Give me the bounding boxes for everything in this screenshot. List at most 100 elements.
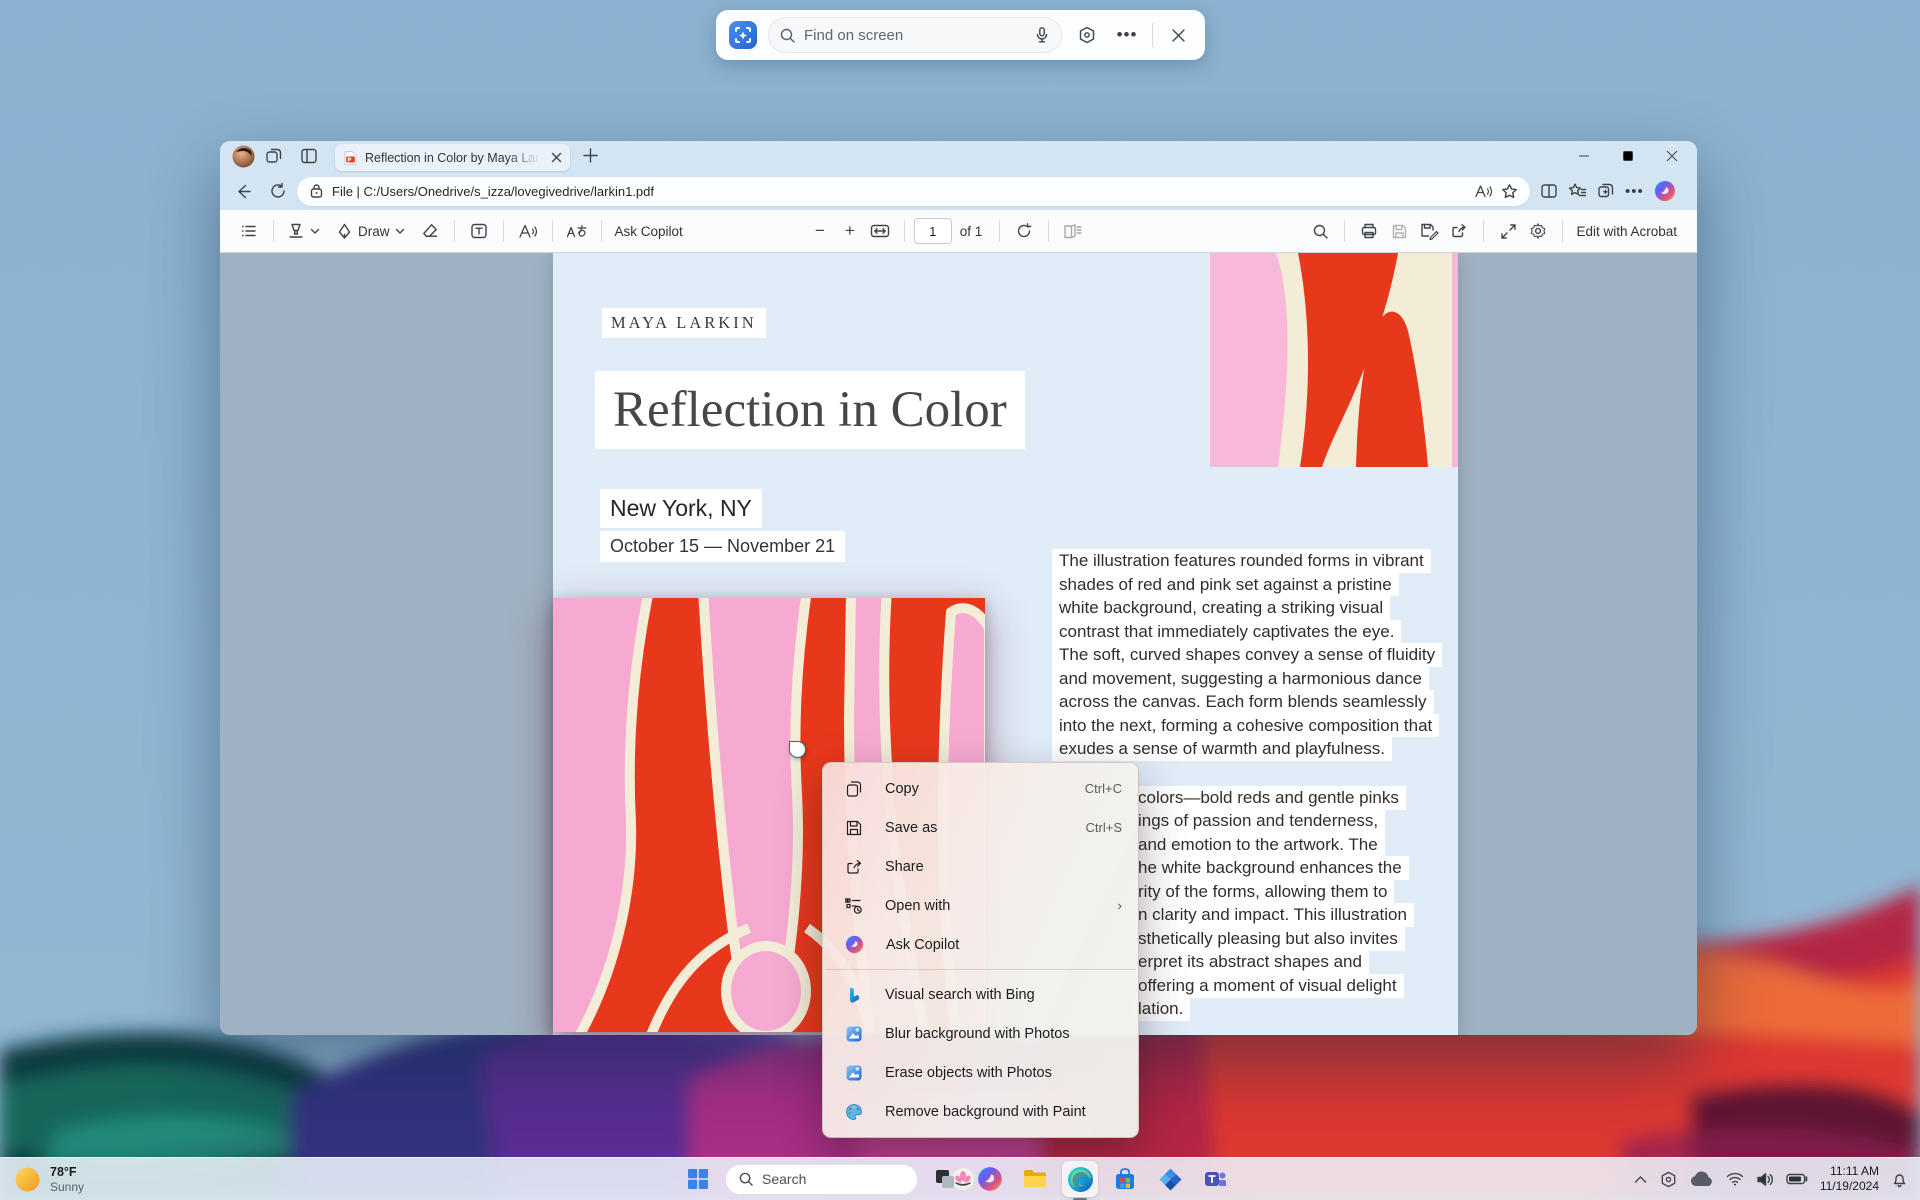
window-close-icon[interactable] [1651, 141, 1693, 171]
menu-item-copy[interactable]: Copy Ctrl+C [823, 769, 1138, 808]
file-explorer-icon[interactable] [1017, 1161, 1053, 1197]
artwork-thumbnail[interactable] [1210, 253, 1458, 467]
eraser-icon[interactable] [415, 216, 445, 246]
toc-icon[interactable] [234, 216, 264, 246]
volume-icon[interactable] [1756, 1172, 1774, 1187]
draw-label: Draw [358, 224, 390, 239]
find-input[interactable] [804, 27, 1025, 44]
open-with-icon [845, 897, 863, 915]
taskbar-search-box[interactable] [725, 1164, 918, 1195]
tab-close-icon[interactable] [551, 152, 562, 163]
photos-icon [845, 1025, 863, 1043]
translate-icon[interactable] [562, 216, 592, 246]
chevron-right-icon: › [1118, 898, 1122, 913]
minimize-icon[interactable] [1563, 141, 1605, 171]
divider [1152, 23, 1153, 47]
copilot-icon [845, 935, 864, 954]
image-context-menu: Copy Ctrl+C Save as Ctrl+S Share Open wi… [822, 762, 1139, 1138]
windows-start-icon[interactable] [680, 1161, 716, 1197]
back-icon[interactable] [234, 182, 253, 201]
system-tray: 11:11 AM 11/19/2024 [1634, 1164, 1920, 1194]
menu-item-erase-objects-photos[interactable]: Erase objects with Photos [823, 1053, 1138, 1092]
mouse-cursor [789, 741, 806, 758]
menu-item-ask-copilot[interactable]: Ask Copilot [823, 925, 1138, 964]
store-icon[interactable] [1107, 1161, 1143, 1197]
ask-copilot-button[interactable]: Ask Copilot [611, 216, 687, 246]
collections-icon[interactable] [1568, 182, 1587, 200]
zoom-in-button[interactable]: + [835, 216, 865, 246]
pen-icon [336, 223, 353, 240]
workspaces-icon[interactable] [265, 147, 283, 165]
highlighter-icon [287, 222, 305, 240]
bing-icon [845, 986, 863, 1004]
browser-tab[interactable]: Reflection in Color by Maya Larki [335, 144, 570, 171]
maximize-icon[interactable] [1607, 141, 1649, 171]
zoom-out-button[interactable]: − [805, 216, 835, 246]
search-icon [738, 1171, 754, 1187]
save-icon [845, 819, 863, 837]
screen-search-icon [728, 20, 758, 50]
split-screen-icon[interactable] [1540, 182, 1558, 200]
menu-item-blur-background-photos[interactable]: Blur background with Photos [823, 1014, 1138, 1053]
clock-time: 11:11 AM [1820, 1164, 1879, 1179]
close-icon[interactable] [1163, 20, 1193, 50]
onedrive-cloud-icon[interactable] [1690, 1171, 1714, 1187]
m365-icon[interactable] [1152, 1161, 1188, 1197]
mic-icon[interactable] [1033, 26, 1051, 44]
address-text: File | C:/Users/Onedrive/s_izza/lovegive… [332, 184, 1466, 199]
weather-widget[interactable]: 78°F Sunny [14, 1165, 84, 1194]
cube-icon[interactable] [1072, 20, 1102, 50]
menu-item-share[interactable]: Share [823, 847, 1138, 886]
document-title: Reflection in Color [595, 371, 1025, 449]
menu-item-visual-search-bing[interactable]: Visual search with Bing [823, 975, 1138, 1014]
read-aloud-icon[interactable] [1474, 183, 1493, 200]
cube-icon[interactable] [1659, 1170, 1678, 1189]
search-icon[interactable] [1305, 216, 1335, 246]
search-icon [779, 27, 796, 44]
more-dots-icon[interactable]: ••• [1625, 183, 1644, 200]
more-dots-icon[interactable]: ••• [1112, 20, 1142, 50]
edit-with-acrobat-button[interactable]: Edit with Acrobat [1572, 216, 1681, 246]
read-aloud-icon[interactable] [513, 216, 543, 246]
settings-gear-icon[interactable] [1523, 216, 1553, 246]
taskbar-search-input[interactable] [762, 1171, 943, 1187]
wifi-icon[interactable] [1726, 1172, 1744, 1186]
battery-icon[interactable] [1786, 1173, 1808, 1185]
exhibit-location: New York, NY [600, 489, 762, 528]
chevron-up-icon[interactable] [1634, 1175, 1647, 1184]
highlighter-button[interactable] [283, 216, 324, 246]
taskbar-center [680, 1161, 1233, 1197]
task-view-icon[interactable] [927, 1161, 963, 1197]
copilot-icon[interactable] [1654, 180, 1676, 202]
refresh-icon[interactable] [269, 182, 287, 200]
rotate-icon[interactable] [1009, 216, 1039, 246]
sidebar-icon[interactable] [300, 147, 318, 165]
find-search-field[interactable] [768, 17, 1062, 53]
save-as-icon[interactable] [1414, 216, 1444, 246]
bell-icon[interactable] [1891, 1171, 1908, 1188]
tab-groups-icon[interactable] [1597, 182, 1615, 200]
menu-item-open-with[interactable]: Open with › [823, 886, 1138, 925]
url-field[interactable]: File | C:/Users/Onedrive/s_izza/lovegive… [297, 177, 1530, 206]
paint-icon [845, 1103, 863, 1121]
teams-icon[interactable] [1197, 1161, 1233, 1197]
pdf-toolbar: Draw Ask Copilot − + o [220, 210, 1697, 253]
page-total-label: of 1 [960, 224, 983, 239]
favorite-star-icon[interactable] [1501, 183, 1518, 200]
fit-width-icon[interactable] [865, 216, 895, 246]
new-tab-icon[interactable] [582, 147, 599, 164]
avatar[interactable] [232, 145, 255, 168]
print-icon[interactable] [1354, 216, 1384, 246]
edge-icon[interactable] [1062, 1161, 1098, 1197]
text-box-icon[interactable] [464, 216, 494, 246]
menu-item-remove-background-paint[interactable]: Remove background with Paint [823, 1092, 1138, 1131]
expand-icon[interactable] [1493, 216, 1523, 246]
file-badge-icon[interactable] [309, 183, 324, 199]
share-icon[interactable] [1444, 216, 1474, 246]
menu-item-save-as[interactable]: Save as Ctrl+S [823, 808, 1138, 847]
exhibit-dates: October 15 — November 21 [600, 531, 845, 562]
clock[interactable]: 11:11 AM 11/19/2024 [1820, 1164, 1879, 1194]
draw-button[interactable]: Draw [332, 216, 409, 246]
copilot-icon[interactable] [972, 1161, 1008, 1197]
page-number-input[interactable] [914, 218, 952, 244]
